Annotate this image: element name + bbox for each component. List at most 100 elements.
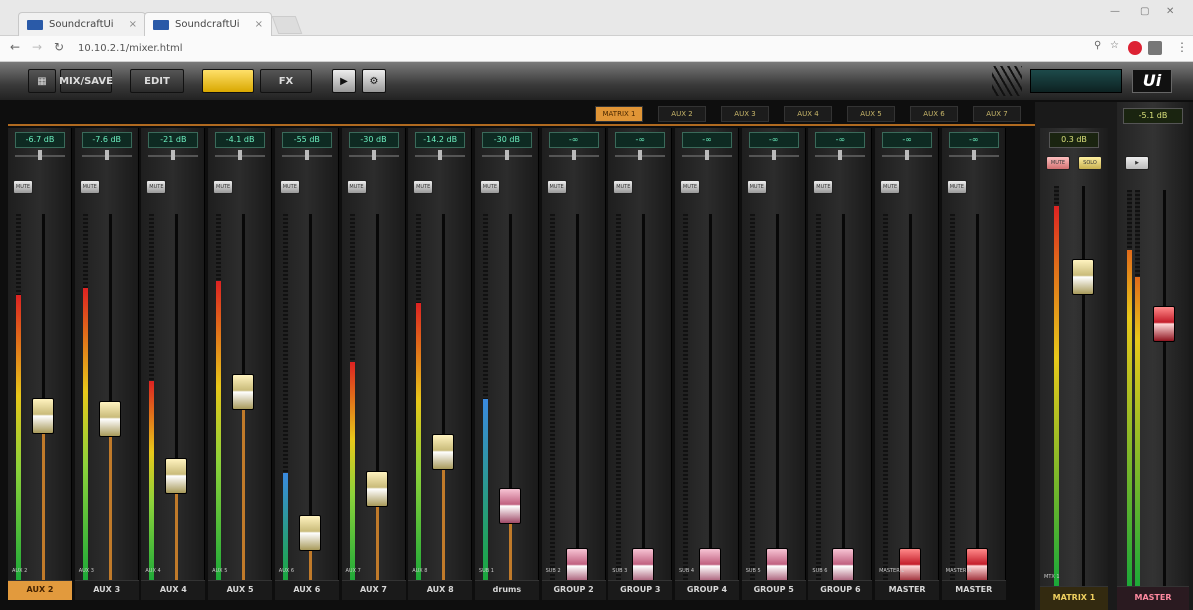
mute-button[interactable]: MUTE — [213, 180, 234, 194]
mute-button[interactable]: MUTE — [546, 180, 567, 194]
pan-knob[interactable] — [971, 150, 976, 160]
mute-button[interactable]: MUTE — [279, 180, 300, 194]
back-icon[interactable]: ← — [10, 40, 20, 54]
url-field[interactable]: 10.10.2.1/mixer.html — [78, 40, 1098, 58]
gear-icon[interactable]: ⚙ — [362, 69, 386, 93]
channel-fader[interactable] — [765, 548, 788, 584]
selection-line — [8, 124, 1035, 126]
channel-label[interactable]: GROUP 4 — [675, 580, 739, 600]
pan-knob[interactable] — [905, 150, 910, 160]
mixer-view-icon[interactable]: ▦ — [28, 69, 56, 93]
matrix-solo-button[interactable]: SOLO — [1078, 156, 1102, 170]
new-tab-button[interactable] — [271, 16, 303, 34]
matrix-tab[interactable]: AUX 2 — [658, 106, 706, 122]
reload-icon[interactable]: ↻ — [54, 40, 64, 54]
master-fader[interactable] — [1153, 306, 1175, 343]
channel-db-display: -55 dB — [281, 132, 332, 148]
pan-knob[interactable] — [638, 150, 643, 160]
channel-fader[interactable] — [365, 471, 388, 508]
channel-fader[interactable] — [832, 548, 855, 584]
zoom-icon[interactable]: ⚲ — [1094, 40, 1101, 51]
channel-label[interactable]: GROUP 5 — [741, 580, 806, 600]
channel-label[interactable]: GROUP 2 — [541, 580, 606, 600]
browser-tab-active[interactable]: SoundcraftUi × — [144, 12, 272, 36]
matrix-tab[interactable]: AUX 4 — [784, 106, 832, 122]
channel-fader[interactable] — [165, 457, 188, 494]
channel-label[interactable]: AUX 5 — [208, 580, 273, 600]
channel-label[interactable]: drums — [474, 580, 539, 600]
pan-knob[interactable] — [771, 150, 776, 160]
pan-knob[interactable] — [371, 150, 376, 160]
minimize-icon[interactable]: — — [1110, 6, 1120, 17]
channel-label[interactable]: AUX 4 — [141, 580, 206, 600]
close-icon[interactable]: × — [255, 19, 263, 30]
mute-button[interactable]: MUTE — [146, 180, 167, 194]
mute-button[interactable]: MUTE — [413, 180, 434, 194]
channel-fader[interactable] — [632, 548, 655, 584]
channel-label[interactable]: MASTER — [941, 580, 1006, 600]
edit-button[interactable]: EDIT — [130, 69, 184, 93]
selected-view-button[interactable] — [202, 69, 254, 93]
channel-label[interactable]: AUX 8 — [408, 580, 473, 600]
star-icon[interactable]: ☆ — [1110, 40, 1119, 51]
mute-button[interactable]: MUTE — [479, 180, 500, 194]
matrix-mute-button[interactable]: MUTE — [1046, 156, 1070, 170]
forward-icon[interactable]: → — [32, 40, 42, 54]
extension-icon[interactable] — [1128, 41, 1142, 55]
mute-button[interactable]: MUTE — [680, 180, 700, 194]
channel-label[interactable]: MASTER — [875, 580, 940, 600]
maximize-icon[interactable]: ▢ — [1140, 6, 1149, 17]
mute-button[interactable]: MUTE — [613, 180, 634, 194]
play-icon[interactable]: ▶ — [332, 69, 356, 93]
master-play-icon[interactable]: ▶ — [1125, 156, 1149, 170]
pan-knob[interactable] — [571, 150, 576, 160]
channel-fader[interactable] — [965, 548, 988, 584]
channel-label[interactable]: AUX 7 — [341, 580, 406, 600]
close-icon[interactable]: × — [129, 19, 137, 30]
pan-knob[interactable] — [304, 150, 309, 160]
pan-knob[interactable] — [38, 150, 42, 160]
matrix-tab[interactable]: AUX 6 — [910, 106, 958, 122]
pan-knob[interactable] — [104, 150, 109, 160]
matrix-fader[interactable] — [1072, 258, 1094, 295]
matrix-tab[interactable]: AUX 5 — [847, 106, 895, 122]
close-window-icon[interactable]: ✕ — [1166, 6, 1174, 17]
pan-knob[interactable] — [238, 150, 243, 160]
channel-label[interactable]: GROUP 3 — [608, 580, 673, 600]
mute-button[interactable]: MUTE — [346, 180, 367, 194]
channel-fader[interactable] — [432, 434, 455, 471]
mute-button[interactable]: MUTE — [880, 180, 901, 194]
mute-button[interactable]: MUTE — [13, 180, 33, 194]
browser-tab[interactable]: SoundcraftUi × — [18, 12, 146, 36]
channel-label[interactable]: GROUP 6 — [808, 580, 873, 600]
fx-button[interactable]: FX — [260, 69, 312, 93]
channel-fader[interactable] — [98, 401, 121, 438]
channel-fader[interactable] — [232, 374, 255, 411]
mute-button[interactable]: MUTE — [813, 180, 834, 194]
pan-knob[interactable] — [504, 150, 509, 160]
channel-fader[interactable] — [32, 397, 54, 434]
channel-fader[interactable] — [298, 514, 321, 551]
pan-knob[interactable] — [838, 150, 843, 160]
channel-fader[interactable] — [899, 548, 922, 584]
pan-knob[interactable] — [705, 150, 709, 160]
mix-save-button[interactable]: MIX/SAVE — [59, 69, 113, 93]
mute-button[interactable]: MUTE — [746, 180, 767, 194]
master-label[interactable]: MASTER — [1117, 586, 1189, 610]
mute-button[interactable]: MUTE — [946, 180, 967, 194]
channel-fader[interactable] — [498, 487, 521, 524]
channel-label[interactable]: AUX 3 — [74, 580, 139, 600]
mute-button[interactable]: MUTE — [79, 180, 100, 194]
channel-label[interactable]: AUX 6 — [274, 580, 339, 600]
channel-label[interactable]: AUX 2 — [8, 580, 72, 600]
pan-knob[interactable] — [171, 150, 176, 160]
matrix-label[interactable]: MATRIX 1 — [1040, 586, 1108, 610]
channel-fader[interactable] — [699, 548, 721, 584]
extension-icon[interactable] — [1148, 41, 1162, 55]
menu-icon[interactable]: ⋮ — [1176, 40, 1188, 54]
channel-fader[interactable] — [565, 548, 588, 584]
matrix-tab[interactable]: AUX 3 — [721, 106, 769, 122]
matrix-tab[interactable]: AUX 7 — [973, 106, 1021, 122]
pan-knob[interactable] — [438, 150, 443, 160]
matrix-tab[interactable]: MATRIX 1 — [595, 106, 643, 122]
